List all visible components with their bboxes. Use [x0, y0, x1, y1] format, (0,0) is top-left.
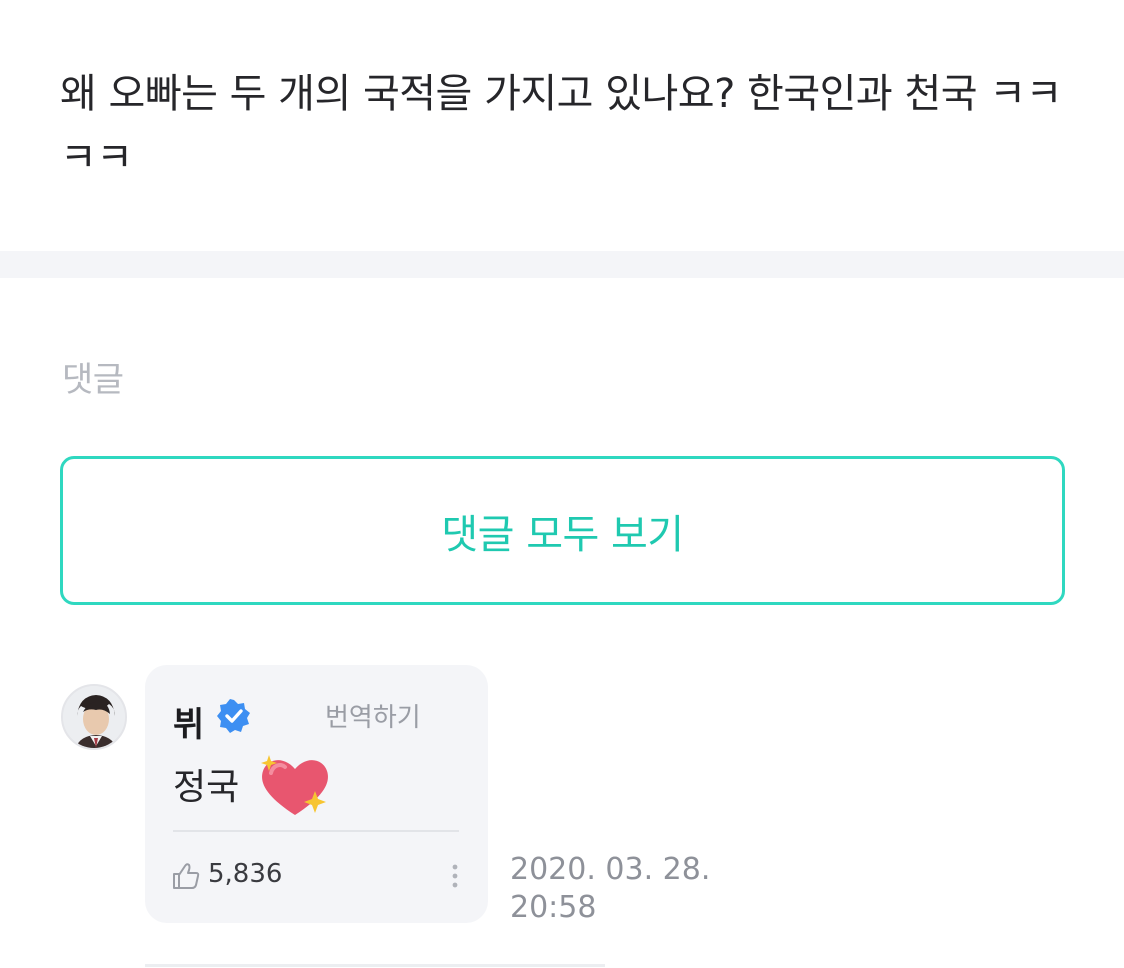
avatar-image: [63, 686, 125, 748]
translate-button[interactable]: 번역하기: [325, 697, 421, 734]
post-text: 왜 오빠는 두 개의 국적을 가지고 있나요? 한국인과 천국 ㅋㅋㅋㅋ: [60, 71, 1062, 181]
more-options-icon[interactable]: [445, 861, 465, 895]
comment-body: 정국: [173, 767, 240, 808]
sparkling-heart-icon: [261, 755, 328, 815]
avatar[interactable]: [61, 684, 127, 750]
verified-badge-icon: [217, 699, 250, 733]
thumbs-up-icon[interactable]: [171, 861, 201, 891]
comment-timestamp: 2020. 03. 28. 20:58: [510, 851, 730, 927]
card-divider: [173, 830, 459, 832]
comment-date: 2020. 03. 28.: [510, 852, 711, 887]
comment-author[interactable]: 뷔: [173, 697, 204, 746]
comment-card: 뷔 번역하기 정국 5,836: [145, 665, 488, 923]
like-count: 5,836: [208, 859, 283, 889]
section-divider: [0, 251, 1124, 278]
view-all-comments-button[interactable]: 댓글 모두 보기: [60, 456, 1065, 605]
comment-time: 20:58: [510, 890, 597, 925]
next-item-divider: [145, 964, 605, 967]
comments-heading: 댓글: [62, 360, 124, 400]
